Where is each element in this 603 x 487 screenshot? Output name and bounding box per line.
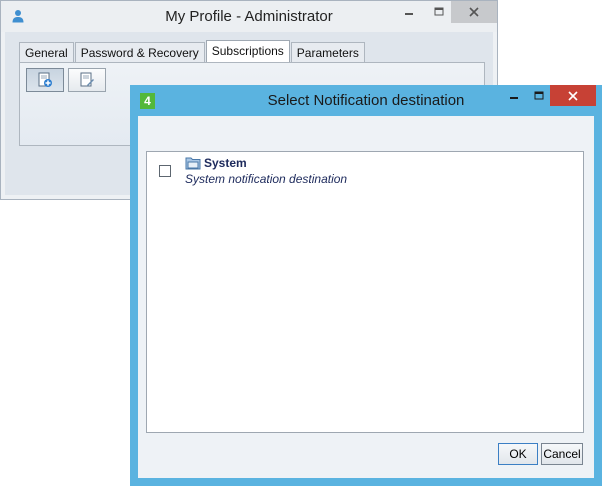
maximize-icon — [534, 91, 544, 100]
minimize-button[interactable] — [395, 1, 423, 23]
list-item-description: System notification destination — [185, 172, 348, 186]
select-notification-dialog: 4 Select Notification destination System… — [130, 85, 602, 486]
tab-password-recovery[interactable]: Password & Recovery — [74, 42, 205, 62]
cancel-button[interactable]: Cancel — [541, 443, 583, 465]
system-checkbox[interactable] — [159, 165, 171, 177]
folder-icon — [185, 157, 201, 170]
ok-button[interactable]: OK — [498, 443, 538, 465]
edit-subscription-icon — [80, 72, 94, 87]
list-item-name[interactable]: System — [204, 156, 247, 170]
destination-list[interactable]: System System notification destination — [146, 151, 584, 433]
edit-subscription-button[interactable] — [68, 68, 106, 92]
minimize-icon — [510, 97, 518, 99]
close-button[interactable] — [550, 85, 596, 106]
maximize-button[interactable] — [526, 85, 552, 107]
maximize-icon — [434, 7, 444, 16]
tab-parameters[interactable]: Parameters — [290, 42, 365, 62]
dialog-content: System System notification destination O… — [138, 116, 594, 478]
tab-general[interactable]: General — [19, 42, 74, 62]
minimize-icon — [405, 13, 413, 15]
minimize-button[interactable] — [500, 85, 528, 107]
close-button[interactable] — [451, 1, 497, 23]
tab-subscriptions[interactable]: Subscriptions — [205, 40, 290, 62]
close-icon — [568, 90, 578, 101]
add-subscription-button[interactable] — [26, 68, 64, 92]
title-bar[interactable]: My Profile - Administrator — [1, 1, 497, 32]
maximize-button[interactable] — [425, 1, 453, 23]
close-icon — [469, 7, 479, 17]
tab-strip: General Password & Recovery Subscription… — [19, 40, 366, 62]
add-subscription-icon — [38, 72, 52, 87]
